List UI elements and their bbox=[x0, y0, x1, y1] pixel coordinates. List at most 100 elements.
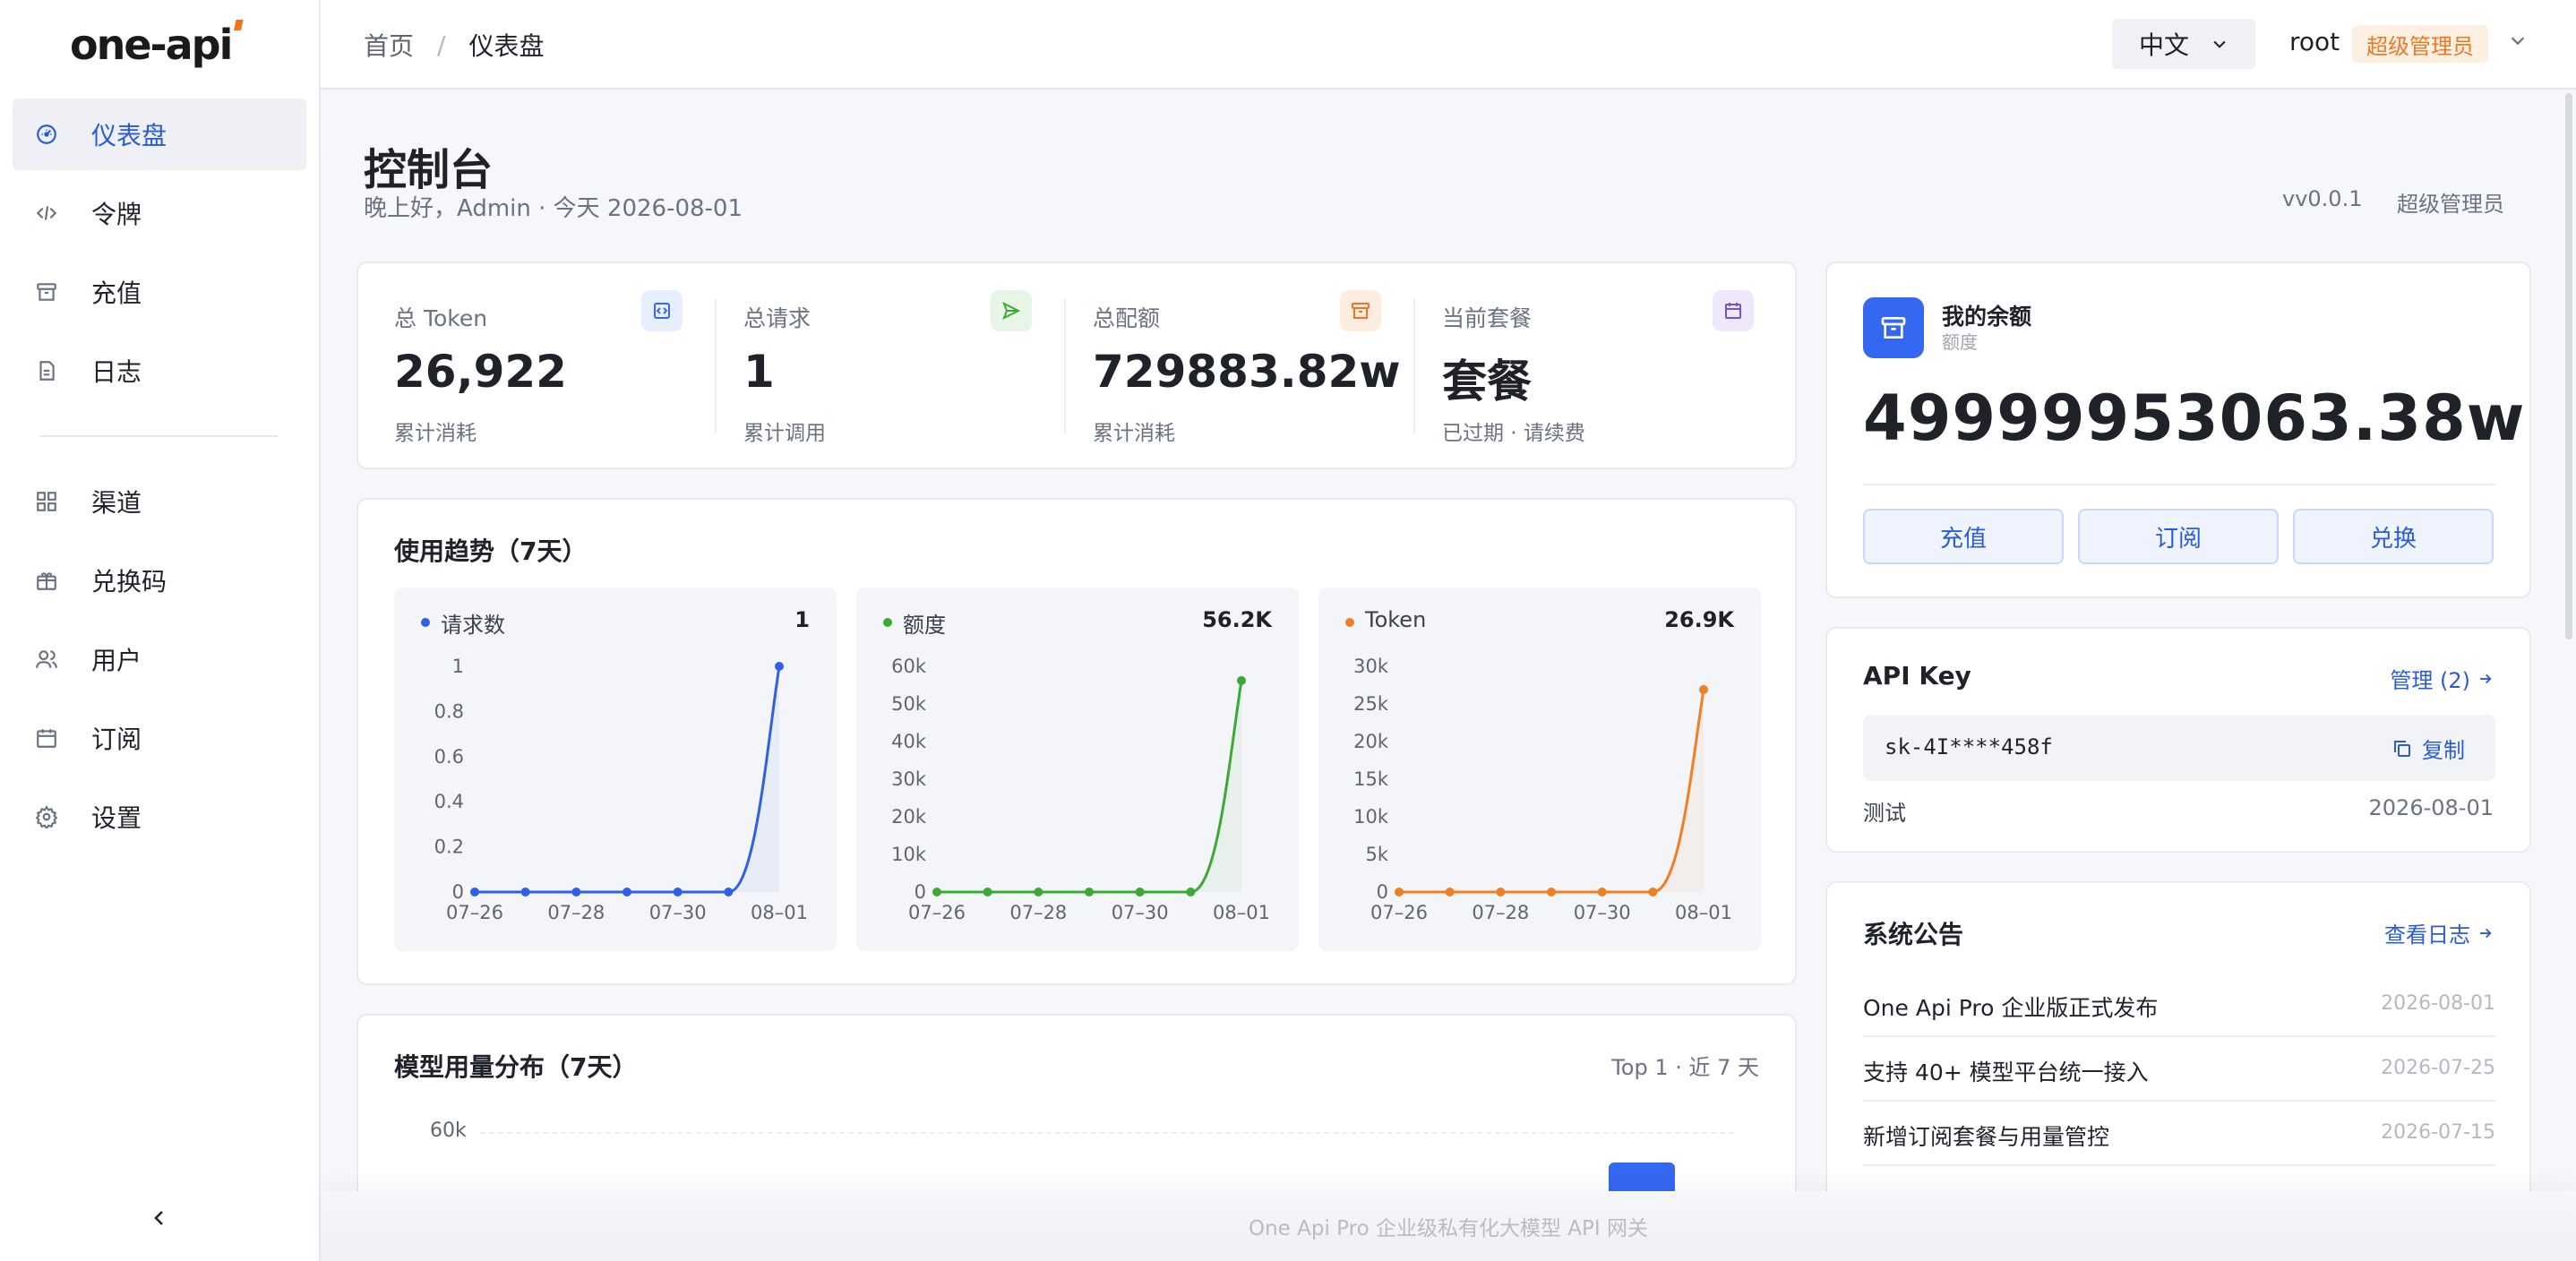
data-point[interactable] bbox=[1699, 685, 1708, 695]
stat-note: 累计消耗 bbox=[1093, 422, 1175, 445]
y-tick-label: 60k bbox=[891, 656, 927, 677]
announcement-item[interactable]: 支持 40+ 模型平台统一接入 2026-07-25 bbox=[1863, 1037, 2495, 1102]
y-tick-label: 0.4 bbox=[434, 791, 464, 812]
breadcrumb-home-link[interactable]: 首页 bbox=[364, 27, 414, 63]
line-chart-quota: 60k 50k 40k 30k 20k 10k 007–26 07–28 07–30 08–01 bbox=[891, 656, 1270, 923]
sidebar-item-label: 订阅 bbox=[91, 725, 142, 754]
data-point[interactable] bbox=[1085, 888, 1094, 896]
app-logo[interactable]: one-api bbox=[0, 0, 319, 90]
top-bar: 首页 / 仪表盘 中文 root 超级管理员 bbox=[321, 0, 2576, 90]
arrow-right-icon bbox=[2480, 673, 2492, 683]
series-line bbox=[475, 665, 781, 894]
y-tick-label: 0 bbox=[452, 881, 464, 903]
trend-chart-token: Token 26.9K 30k 25k 20k 15k 10k 5k 0 07–26 07–28… bbox=[1318, 588, 1761, 951]
y-tick-label: 30k bbox=[891, 768, 927, 790]
y-tick-label: 20k bbox=[891, 806, 927, 828]
data-point[interactable] bbox=[932, 888, 941, 896]
sidebar-item-label: 仪表盘 bbox=[91, 121, 167, 150]
data-point[interactable] bbox=[673, 888, 683, 896]
language-select[interactable]: 中文 bbox=[2112, 19, 2255, 69]
data-point[interactable] bbox=[1186, 888, 1196, 896]
data-point[interactable] bbox=[623, 888, 631, 896]
stat-value: 729883.82w bbox=[1093, 346, 1401, 398]
api-key-card: API Key 管理 (2) sk-4I****458f 复制 测试 2026-… bbox=[1825, 627, 2531, 853]
sidebar-item-label: 兑换码 bbox=[91, 567, 167, 596]
breadcrumb-separator: / bbox=[437, 30, 446, 60]
series-line bbox=[1399, 689, 1705, 894]
page-title: 控制台 bbox=[364, 145, 494, 195]
x-tick-label: 07–26 bbox=[908, 902, 966, 923]
code-icon bbox=[34, 201, 59, 226]
sidebar-item-subscriptions[interactable]: 订阅 bbox=[13, 702, 306, 774]
sidebar-item-users[interactable]: 用户 bbox=[13, 623, 306, 695]
sidebar-item-settings[interactable]: 设置 bbox=[13, 781, 306, 853]
username[interactable]: root bbox=[2289, 27, 2340, 56]
redeem-button[interactable]: 兑换 bbox=[2293, 509, 2494, 564]
sidebar-item-label: 日志 bbox=[91, 357, 142, 387]
stat-value: 套餐 bbox=[1442, 356, 1532, 407]
copy-key-button[interactable]: 复制 bbox=[2391, 733, 2465, 764]
stat-label: 当前套餐 bbox=[1442, 305, 1533, 331]
announcement-item[interactable]: One Api Pro 企业版正式发布 2026-08-01 bbox=[1863, 973, 2495, 1037]
sidebar-item-redemption[interactable]: 兑换码 bbox=[13, 545, 306, 616]
announcement-title: 支持 40+ 模型平台统一接入 bbox=[1863, 1059, 2149, 1085]
view-logs-link[interactable]: 查看日志 bbox=[2384, 917, 2494, 948]
sidebar-item-topup[interactable]: 充值 bbox=[13, 256, 306, 328]
data-point[interactable] bbox=[1547, 888, 1556, 896]
announcement-date: 2026-07-25 bbox=[2381, 1057, 2495, 1079]
api-key-title: API Key bbox=[1863, 661, 1971, 691]
announcement-date: 2026-08-01 bbox=[2381, 992, 2495, 1015]
series-area bbox=[1399, 690, 1704, 892]
data-point[interactable] bbox=[1034, 888, 1043, 896]
manage-keys-link[interactable]: 管理 (2) bbox=[2390, 663, 2494, 694]
stat-total-requests: 总请求 1 累计调用 bbox=[708, 263, 1057, 469]
svg-text:one-api: one-api bbox=[70, 21, 231, 69]
send-icon bbox=[991, 290, 1032, 331]
sidebar-item-channels[interactable]: 渠道 bbox=[13, 466, 306, 537]
sidebar-item-logs[interactable]: 日志 bbox=[13, 335, 306, 407]
stat-note: 累计调用 bbox=[743, 422, 826, 445]
grid-icon bbox=[34, 489, 59, 514]
archive-icon bbox=[1340, 290, 1381, 331]
y-tick-label: 40k bbox=[891, 731, 927, 752]
y-tick-label: 0 bbox=[1377, 881, 1388, 903]
document-icon bbox=[34, 358, 59, 383]
y-tick-label: 0 bbox=[914, 881, 926, 903]
collapse-sidebar-button[interactable] bbox=[145, 1204, 174, 1232]
sidebar-item-tokens[interactable]: 令牌 bbox=[13, 177, 306, 249]
announcement-item[interactable]: 新增订阅套餐与用量管控 2026-07-15 bbox=[1863, 1102, 2495, 1166]
y-tick-label: 50k bbox=[891, 693, 927, 715]
data-point[interactable] bbox=[520, 888, 530, 896]
x-tick-label: 07–30 bbox=[1574, 902, 1631, 923]
data-point[interactable] bbox=[775, 662, 784, 671]
data-point[interactable] bbox=[983, 888, 992, 896]
role-label: 超级管理员 bbox=[2397, 192, 2504, 217]
sidebar-item-label: 渠道 bbox=[91, 488, 142, 518]
balance-card: 我的余额 额度 49999953063.38w 充值 订阅 兑换 bbox=[1825, 262, 2531, 598]
series-area bbox=[937, 680, 1241, 892]
model-usage-title: 模型用量分布（7天） bbox=[394, 1052, 638, 1082]
subscribe-button[interactable]: 订阅 bbox=[2078, 509, 2279, 564]
topup-button[interactable]: 充值 bbox=[1863, 509, 2064, 564]
data-point[interactable] bbox=[1496, 888, 1506, 896]
sidebar-item-label: 设置 bbox=[91, 803, 142, 833]
data-point[interactable] bbox=[1395, 888, 1404, 896]
data-point[interactable] bbox=[1597, 888, 1607, 896]
sidebar-divider bbox=[39, 435, 278, 437]
sidebar-item-dashboard[interactable]: 仪表盘 bbox=[13, 99, 306, 170]
data-point[interactable] bbox=[571, 888, 581, 896]
sidebar: one-api 仪表盘 令牌 充值 日志 渠道 兑换码 用户 订阅 设置 bbox=[0, 0, 321, 1261]
data-point[interactable] bbox=[1237, 675, 1246, 685]
data-point[interactable] bbox=[724, 888, 734, 896]
page-scrollbar[interactable] bbox=[2565, 93, 2572, 639]
copy-icon bbox=[2394, 740, 2410, 757]
x-tick-label: 07–30 bbox=[649, 902, 707, 923]
data-point[interactable] bbox=[1445, 888, 1455, 896]
data-point[interactable] bbox=[1135, 888, 1145, 896]
gift-icon bbox=[34, 568, 59, 593]
data-point[interactable] bbox=[470, 888, 479, 896]
stats-card: 总 Token 26,922 累计消耗 总请求 1 累计调用 总配额 72988… bbox=[356, 262, 1797, 469]
user-menu-toggle[interactable] bbox=[2508, 30, 2528, 54]
token-icon bbox=[641, 290, 683, 331]
data-point[interactable] bbox=[1648, 888, 1658, 896]
